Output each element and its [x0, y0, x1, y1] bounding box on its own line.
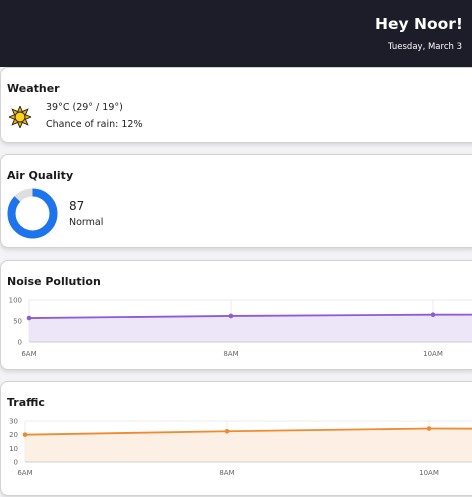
air-quality-status: Normal	[69, 217, 104, 228]
y-tick-label: 100	[9, 297, 22, 305]
data-point	[22, 432, 28, 437]
noise-pollution-chart: 0 50 100 6AM 8AM 10AM	[9, 297, 472, 358]
header-bar: Hey Noor! Tuesday, March 3	[0, 0, 472, 67]
x-tick-label: 6AM	[17, 469, 32, 477]
weather-title: Weather	[7, 82, 60, 95]
y-tick-label: 30	[9, 418, 18, 426]
y-tick-label: 0	[14, 459, 18, 467]
series-area	[29, 314, 472, 342]
air-quality-card[interactable]: Air Quality 87 Normal	[0, 154, 472, 248]
data-point	[224, 428, 230, 434]
x-tick-label: 10AM	[419, 469, 439, 477]
y-tick-label: 20	[9, 431, 18, 439]
weather-temperature: 39°C (29° / 19°)	[46, 102, 123, 113]
y-tick-label: 10	[9, 445, 18, 453]
y-tick-label: 50	[13, 318, 22, 326]
greeting-text: Hey Noor!	[375, 15, 463, 33]
weather-card[interactable]: Weather 39°C (29° / 19°) Chance of rain:…	[0, 67, 472, 143]
air-quality-title: Air Quality	[7, 169, 74, 182]
data-point	[426, 426, 432, 431]
traffic-card[interactable]: Traffic 0 10 20 30 6AM 8AM 10AM	[0, 381, 472, 496]
x-tick-label: 10AM	[423, 350, 443, 358]
data-point	[26, 315, 32, 321]
x-tick-label: 8AM	[223, 350, 238, 358]
x-tick-label: 6AM	[21, 350, 36, 358]
data-point	[430, 312, 436, 317]
gauge-arc	[7, 188, 58, 239]
traffic-chart: 0 10 20 30 6AM 8AM 10AM	[9, 418, 472, 477]
noise-pollution-card[interactable]: Noise Pollution 0 50 100 6AM 8AM 10AM	[0, 260, 472, 370]
weather-rain-chance: Chance of rain: 12%	[46, 119, 143, 130]
date-text: Tuesday, March 3	[387, 42, 462, 52]
x-tick-label: 8AM	[219, 469, 234, 477]
air-quality-value: 87	[69, 199, 85, 213]
sun-icon	[9, 106, 31, 128]
data-point	[228, 313, 234, 319]
air-quality-gauge	[7, 188, 58, 239]
y-tick-label: 0	[18, 339, 22, 347]
